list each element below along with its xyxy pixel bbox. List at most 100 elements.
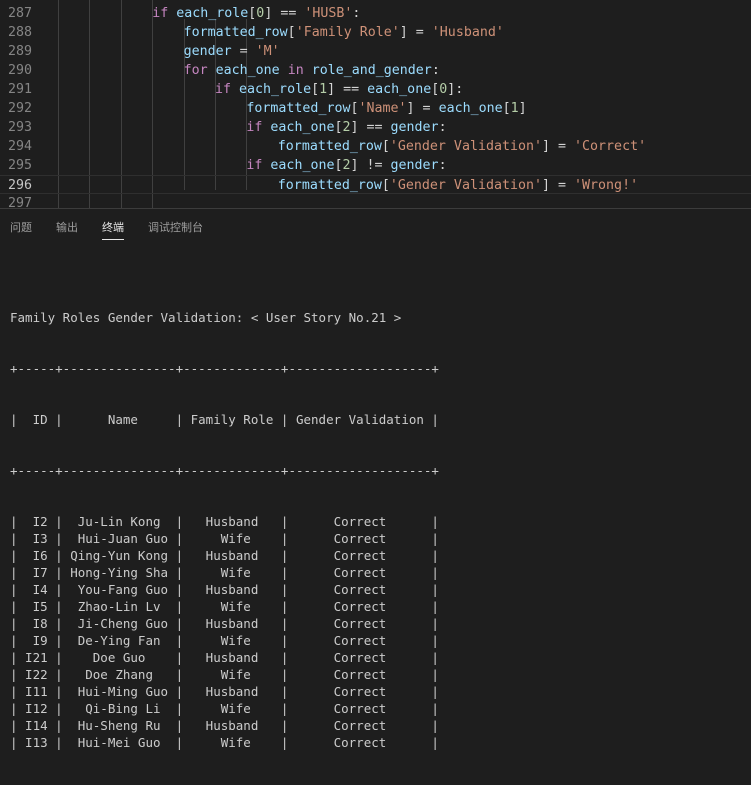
code-token: for [183, 63, 208, 78]
line-number: 287 [7, 6, 32, 21]
code-token: ] == [350, 120, 391, 135]
code-token: : [438, 120, 447, 135]
code-token: [ [381, 139, 390, 154]
code-token: in [287, 63, 304, 78]
code-token: each_role [176, 6, 249, 21]
line-number: 295 [7, 158, 32, 173]
code-token: ] [518, 101, 527, 116]
line-number: 296 [7, 178, 32, 193]
code-token: : [438, 158, 447, 173]
code-token: ] = [542, 139, 575, 154]
code-text: formatted_row['Name'] = each_one[1] [246, 99, 526, 118]
table-body: | I2 | Ju-Lin Kong | Husband | Correct |… [10, 513, 439, 751]
code-token: ] = [399, 25, 432, 40]
code-line[interactable]: 296 formatted_row['Gender Validation'] = … [0, 175, 751, 194]
code-token: each_one [438, 101, 503, 116]
code-token: 2 [342, 120, 351, 135]
code-token: 'Correct' [574, 139, 647, 154]
code-token: each_one [270, 120, 335, 135]
terminal-title: Family Roles Gender Validation: < User S… [10, 310, 402, 325]
line-number: 294 [7, 139, 32, 154]
code-line[interactable]: 293 if each_one[2] == gender: [0, 118, 751, 137]
table-row: | I11 | Hui-Ming Guo | Husband | Correct… [10, 684, 439, 699]
code-token: ]: [447, 82, 464, 97]
code-editor[interactable]: 287 if each_role[0] == 'HUSB': 288 formatte… [0, 0, 751, 208]
code-line[interactable]: 290 for each_one in role_and_gender: [0, 61, 751, 80]
panel-tab[interactable]: 调试控制台 [148, 219, 203, 235]
line-number: 292 [7, 101, 32, 116]
code-token: : [352, 6, 361, 21]
code-token: ] = [542, 178, 575, 193]
code-token: formatted_row [277, 178, 382, 193]
table-row: | I14 | Hu-Sheng Ru | Husband | Correct … [10, 718, 439, 733]
code-token: 'Husband' [431, 25, 504, 40]
code-token: if [246, 120, 263, 135]
code-token: if [215, 82, 232, 97]
table-row: | I5 | Zhao-Lin Lv | Wife | Correct | [10, 599, 439, 614]
table-row: | I9 | De-Ying Fan | Wife | Correct | [10, 633, 439, 648]
table-border-top: +-----+---------------+-------------+---… [10, 361, 439, 376]
code-text: if each_one[2] != gender: [246, 156, 446, 175]
table-row: | I3 | Hui-Juan Guo | Wife | Correct | [10, 531, 439, 546]
code-token: 'Name' [358, 101, 407, 116]
code-token: formatted_row [277, 139, 382, 154]
code-token: role_and_gender [311, 63, 432, 78]
panel-tabs: 问题 输出 终端 调试控制台 [0, 209, 751, 240]
code-text: if each_role[0] == 'HUSB': [152, 4, 360, 23]
code-line[interactable]: 289 gender = 'M' [0, 42, 751, 61]
code-token: : [431, 63, 440, 78]
code-token: [ [381, 178, 390, 193]
code-line[interactable]: 295 if each_one[2] != gender: [0, 156, 751, 175]
code-text: for each_one in role_and_gender: [184, 61, 440, 80]
code-text: formatted_row['Family Role'] = 'Husband' [184, 23, 504, 42]
line-number: 291 [7, 82, 32, 97]
code-token: formatted_row [183, 25, 288, 40]
code-line[interactable]: 292 formatted_row['Name'] = each_one[1] [0, 99, 751, 118]
panel-tab[interactable]: 终端 [102, 219, 124, 240]
code-token: each_one [367, 82, 432, 97]
code-line[interactable]: 288 formatted_row['Family Role'] = 'Husba… [0, 23, 751, 42]
code-token: each_one [270, 158, 335, 173]
code-text: if each_one[2] == gender: [246, 118, 446, 137]
line-number: 290 [7, 63, 32, 78]
code-token: 1 [319, 82, 328, 97]
line-number: 289 [7, 44, 32, 59]
table-row: | I4 | You-Fang Guo | Husband | Correct … [10, 582, 439, 597]
code-text: if each_role[1] == each_one[0]: [215, 80, 463, 99]
code-line[interactable]: 294 formatted_row['Gender Validation'] = … [0, 137, 751, 156]
terminal-output[interactable]: Family Roles Gender Validation: < User S… [10, 275, 439, 785]
code-line[interactable]: 291 if each_role[1] == each_one[0]: [0, 80, 751, 99]
code-token: 'Family Role' [295, 25, 400, 40]
code-token: if [246, 158, 263, 173]
panel-tab[interactable]: 问题 [10, 219, 32, 235]
table-row: | I6 | Qing-Yun Kong | Husband | Correct… [10, 548, 439, 563]
table-row: | I8 | Ji-Cheng Guo | Husband | Correct … [10, 616, 439, 631]
code-token: each_role [239, 82, 312, 97]
line-number: 293 [7, 120, 32, 135]
code-token: ] = [406, 101, 439, 116]
line-number: 297 [7, 196, 32, 208]
line-number: 288 [7, 25, 32, 40]
code-token: formatted_row [246, 101, 351, 116]
table-row: | I22 | Doe Zhang | Wife | Correct | [10, 667, 439, 682]
code-token: ] != [350, 158, 391, 173]
table-row: | I12 | Qi-Bing Li | Wife | Correct | [10, 701, 439, 716]
table-row: | I21 | Doe Guo | Husband | Correct | [10, 650, 439, 665]
panel-tab[interactable]: 输出 [56, 219, 78, 235]
code-line[interactable]: 287 if each_role[0] == 'HUSB': [0, 4, 751, 23]
code-token: ] == [264, 6, 305, 21]
code-token: if [152, 6, 169, 21]
code-token: gender [183, 44, 232, 59]
code-token: 'HUSB' [304, 6, 353, 21]
code-text: formatted_row['Gender Validation'] = 'Wr… [278, 176, 638, 195]
bottom-panel: 问题 输出 终端 调试控制台 Family Roles Gender Validati… [0, 208, 751, 750]
code-text: gender = 'M' [184, 42, 280, 61]
code-line[interactable]: 297 [0, 194, 751, 208]
code-token: [ [502, 101, 511, 116]
table-border-mid: +-----+---------------+-------------+---… [10, 463, 439, 478]
code-token: gender [390, 120, 439, 135]
code-token: gender [390, 158, 439, 173]
